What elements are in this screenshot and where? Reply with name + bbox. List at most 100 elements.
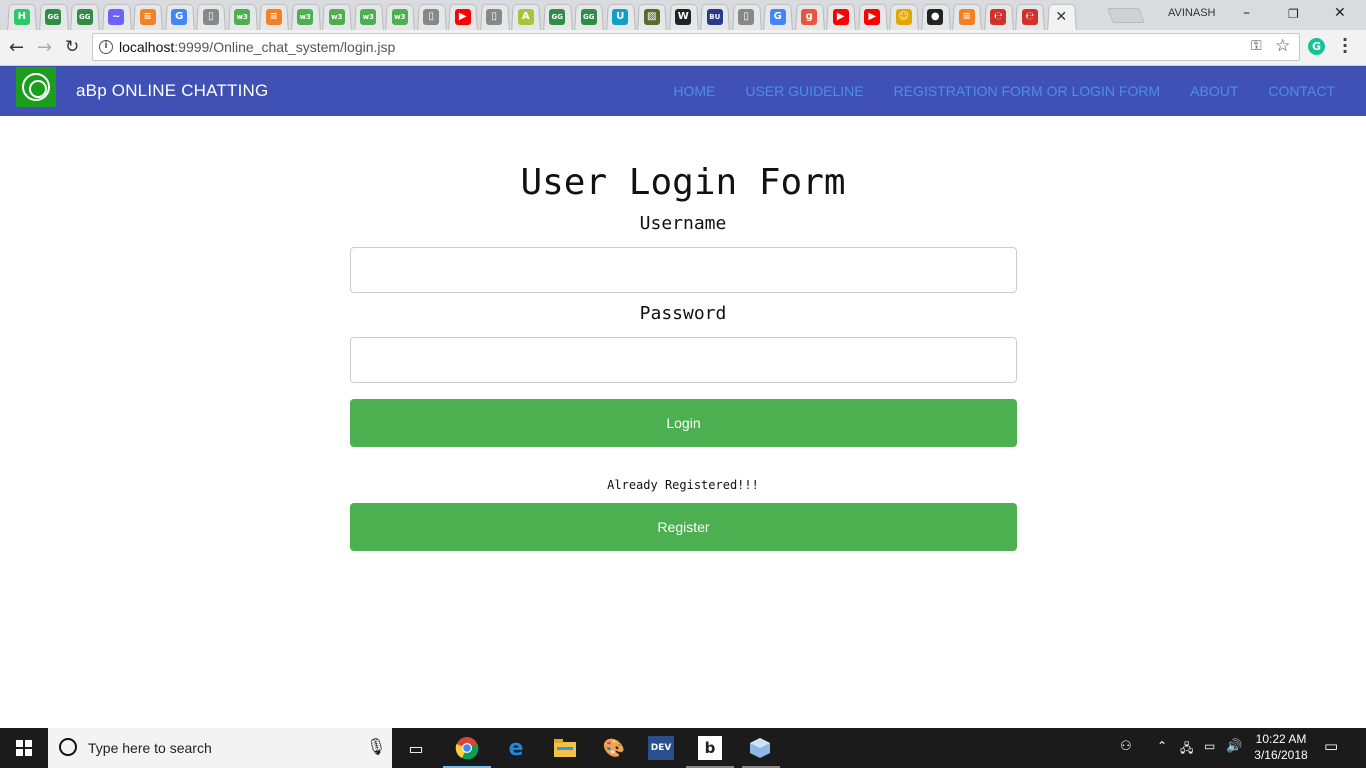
browser-tab[interactable]: G bbox=[762, 3, 794, 30]
cortana-icon[interactable] bbox=[59, 738, 77, 756]
browser-tab[interactable]: ℮ bbox=[1014, 3, 1046, 30]
browser-tab[interactable]: ▶ bbox=[857, 3, 889, 30]
microphone-icon[interactable]: 🎙 bbox=[366, 737, 386, 756]
username-field[interactable] bbox=[350, 247, 1017, 293]
stackoverflow-icon: ≡ bbox=[958, 8, 975, 25]
browser-tab[interactable]: ▨ bbox=[636, 3, 668, 30]
stackoverflow-icon: ≡ bbox=[139, 8, 156, 25]
browser-tab[interactable]: g bbox=[794, 3, 826, 30]
bookmark-star-icon[interactable]: ☆ bbox=[1275, 36, 1290, 56]
udemy-icon: U bbox=[612, 8, 629, 25]
bu-icon: BU bbox=[706, 8, 723, 25]
menu-dots-icon[interactable]: · · · bbox=[1342, 32, 1348, 60]
browser-toolbar: ← → ↻ i localhost:9999/Online_chat_syste… bbox=[0, 30, 1366, 66]
browser-tab[interactable]: ~ bbox=[101, 3, 133, 30]
youtube-icon: ▶ bbox=[454, 8, 471, 25]
browser-tab[interactable]: ● bbox=[920, 3, 952, 30]
brand-title[interactable]: aBp ONLINE CHATTING bbox=[76, 81, 268, 101]
start-button[interactable] bbox=[0, 728, 48, 768]
w3schools-icon: w3 bbox=[297, 8, 314, 25]
login-button[interactable]: Login bbox=[350, 399, 1017, 447]
browser-tab-active[interactable]: ✕ bbox=[1046, 3, 1078, 30]
browser-tab[interactable]: GG bbox=[38, 3, 70, 30]
forward-arrow-icon[interactable]: → bbox=[37, 37, 52, 58]
stackoverflow-icon: ≡ bbox=[265, 8, 282, 25]
windows-logo-icon bbox=[16, 740, 32, 756]
minimize-icon[interactable]: – bbox=[1243, 5, 1250, 21]
browser-tab[interactable]: w3 bbox=[290, 3, 322, 30]
url-host: localhost bbox=[119, 39, 175, 55]
action-center-icon[interactable]: ▭ bbox=[1324, 737, 1338, 755]
chrome-icon[interactable] bbox=[453, 734, 481, 762]
geeksforgeeks-icon: GG bbox=[45, 8, 62, 25]
chevron-up-icon[interactable]: ⌃ bbox=[1157, 739, 1167, 753]
browser-tab[interactable]: U bbox=[605, 3, 637, 30]
browser-tab[interactable]: A bbox=[510, 3, 542, 30]
browser-tab[interactable]: w3 bbox=[321, 3, 353, 30]
browser-tab[interactable]: GG bbox=[573, 3, 605, 30]
restore-icon[interactable]: ❐ bbox=[1288, 7, 1299, 21]
nav-contact[interactable]: CONTACT bbox=[1268, 83, 1335, 99]
nav-about[interactable]: ABOUT bbox=[1190, 83, 1238, 99]
browser-tab[interactable]: ≡ bbox=[258, 3, 290, 30]
browser-tab[interactable]: ☺ bbox=[888, 3, 920, 30]
wikipedia-icon: W bbox=[675, 8, 692, 25]
browser-tab[interactable]: ▯ bbox=[416, 3, 448, 30]
browser-tab[interactable]: w3 bbox=[384, 3, 416, 30]
back-arrow-icon[interactable]: ← bbox=[9, 37, 24, 58]
tab-list: H GG GG ~ ≡ G ▯ w3 ≡ w3 w3 w3 w3 ▯ ▶ ▯ A GG GG U ▨ W BU ▯ Gg ▶ ▶ ☺ ●… bbox=[6, 3, 1077, 30]
people-icon[interactable]: ⚇ bbox=[1120, 739, 1132, 754]
bandicam-icon[interactable]: b bbox=[698, 736, 722, 760]
task-view-icon[interactable]: ▭ bbox=[402, 734, 430, 762]
key-icon[interactable]: ⚿ bbox=[1251, 38, 1262, 54]
reload-icon[interactable]: ↻ bbox=[65, 37, 79, 57]
edge-icon[interactable]: e bbox=[502, 734, 530, 762]
browser-tab[interactable]: GG bbox=[69, 3, 101, 30]
address-bar[interactable]: i localhost:9999/Online_chat_system/logi… bbox=[92, 33, 1300, 61]
browser-tab[interactable]: ▯ bbox=[731, 3, 763, 30]
browser-tab[interactable]: H bbox=[6, 3, 38, 30]
browser-tab[interactable]: BU bbox=[699, 3, 731, 30]
browser-tab[interactable]: ≡ bbox=[951, 3, 983, 30]
password-label: Password bbox=[639, 303, 727, 324]
file-explorer-icon[interactable] bbox=[551, 734, 579, 762]
nav-registration-login[interactable]: REGISTRATION FORM OR LOGIN FORM bbox=[894, 83, 1161, 99]
browser-tab[interactable]: ▯ bbox=[479, 3, 511, 30]
nav-user-guideline[interactable]: USER GUIDELINE bbox=[745, 83, 863, 99]
devcpp-icon[interactable]: DEV bbox=[648, 736, 674, 760]
volume-icon[interactable]: 🔊 bbox=[1226, 739, 1242, 754]
nav-home[interactable]: HOME bbox=[673, 83, 715, 99]
w3schools-icon: w3 bbox=[328, 8, 345, 25]
browser-tab[interactable]: w3 bbox=[353, 3, 385, 30]
clock-time: 10:22 AM bbox=[1255, 732, 1307, 746]
info-icon[interactable]: i bbox=[99, 40, 113, 54]
taskbar-clock[interactable]: 10:22 AM 3/16/2018 bbox=[1248, 731, 1314, 763]
close-window-icon[interactable]: ✕ bbox=[1334, 5, 1346, 21]
grammarly-icon[interactable]: G bbox=[1308, 38, 1325, 55]
battery-icon[interactable]: ▭ bbox=[1204, 739, 1215, 753]
browser-tab[interactable]: w3 bbox=[227, 3, 259, 30]
browser-tab[interactable]: G bbox=[164, 3, 196, 30]
browser-tab[interactable]: ▯ bbox=[195, 3, 227, 30]
url-path: :9999/Online_chat_system/login.jsp bbox=[174, 39, 396, 55]
w3schools-icon: w3 bbox=[391, 8, 408, 25]
paint-icon[interactable]: 🎨 bbox=[600, 734, 628, 762]
page-title: User Login Form bbox=[520, 162, 846, 203]
browser-tab[interactable]: GG bbox=[542, 3, 574, 30]
taskbar-search-box[interactable]: Type here to search 🎙 bbox=[48, 728, 392, 768]
close-tab-icon[interactable]: ✕ bbox=[1055, 9, 1067, 25]
browser-tab[interactable]: ▶ bbox=[447, 3, 479, 30]
wave-icon: ~ bbox=[108, 8, 125, 25]
browser-tab[interactable]: ℮ bbox=[983, 3, 1015, 30]
virtualbox-icon[interactable] bbox=[746, 734, 774, 762]
new-tab-button[interactable] bbox=[1107, 8, 1145, 23]
register-button[interactable]: Register bbox=[350, 503, 1017, 551]
password-field[interactable] bbox=[350, 337, 1017, 383]
network-icon[interactable]: 🖧 bbox=[1180, 739, 1193, 760]
browser-tab[interactable]: ≡ bbox=[132, 3, 164, 30]
profile-name[interactable]: AVINASH bbox=[1168, 7, 1215, 19]
browser-tab[interactable]: W bbox=[668, 3, 700, 30]
url-text[interactable]: localhost:9999/Online_chat_system/login.… bbox=[119, 39, 395, 55]
site-logo[interactable] bbox=[16, 67, 56, 107]
browser-tab[interactable]: ▶ bbox=[825, 3, 857, 30]
